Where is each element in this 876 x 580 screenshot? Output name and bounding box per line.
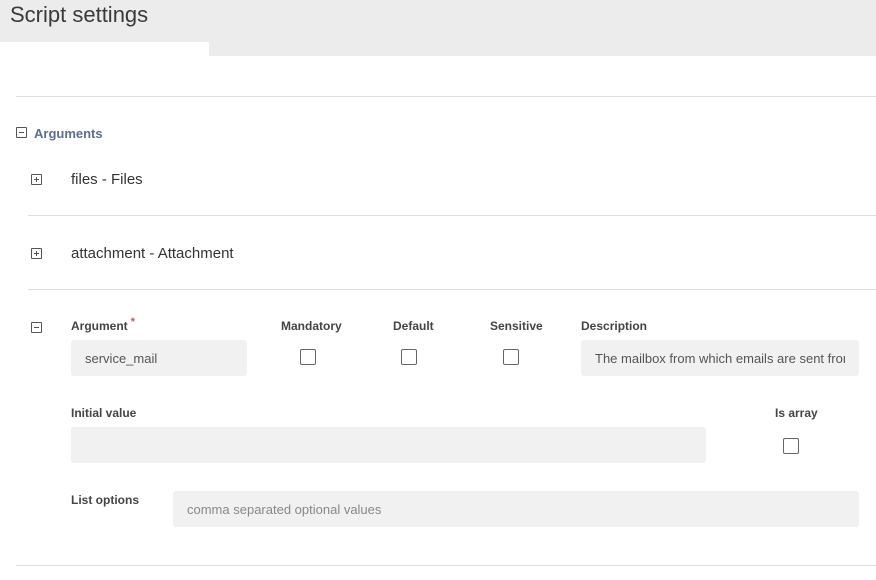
- description-input[interactable]: [581, 340, 859, 376]
- list-options-input[interactable]: [173, 491, 859, 527]
- initial-value-label: Initial value: [71, 406, 137, 420]
- is-array-label: Is array: [775, 406, 818, 420]
- page-title: Script settings: [10, 2, 149, 27]
- required-marker: *: [130, 316, 135, 328]
- description-label: Description: [581, 319, 648, 333]
- bottom-divider: [16, 565, 876, 566]
- is-array-checkbox[interactable]: [783, 438, 799, 454]
- sensitive-checkbox[interactable]: [503, 349, 519, 365]
- mandatory-label: Mandatory: [281, 319, 342, 333]
- list-options-label: List options: [71, 493, 139, 507]
- initial-value-input[interactable]: [71, 427, 706, 463]
- argument-label: Argument *: [71, 316, 135, 333]
- argument-name-input[interactable]: [71, 340, 247, 376]
- argument-item-attachment[interactable]: attachment - Attachment: [71, 245, 234, 262]
- tab-inactive[interactable]: [209, 42, 876, 56]
- default-label: Default: [393, 319, 434, 333]
- sensitive-label: Sensitive: [490, 319, 543, 333]
- collapse-argument-icon[interactable]: [31, 322, 42, 333]
- item-divider: [28, 289, 876, 290]
- item-divider: [28, 215, 876, 216]
- argument-item-files[interactable]: files - Files: [71, 171, 143, 188]
- default-checkbox[interactable]: [401, 349, 417, 365]
- collapse-arguments-icon[interactable]: [16, 127, 27, 138]
- page-header: Script settings: [0, 0, 876, 42]
- arguments-section-label: Arguments: [34, 126, 103, 141]
- expand-files-icon[interactable]: [31, 174, 42, 185]
- mandatory-checkbox[interactable]: [300, 349, 316, 365]
- section-divider: [16, 96, 876, 97]
- expand-attachment-icon[interactable]: [31, 248, 42, 259]
- tab-active[interactable]: [0, 42, 209, 56]
